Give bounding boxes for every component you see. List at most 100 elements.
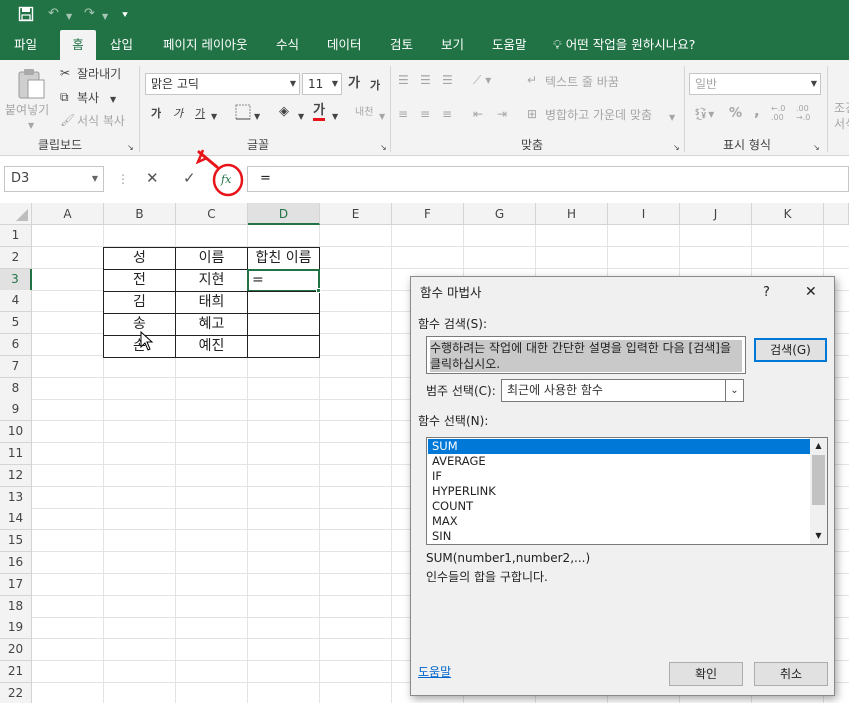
percent-button[interactable]: % [729,106,742,122]
comma-button[interactable]: , [754,103,760,119]
row-header-9[interactable]: 9 [0,399,32,422]
table-cell[interactable] [247,291,320,314]
copy-button[interactable]: 복사 [77,90,99,106]
scroll-down-icon[interactable]: ▼ [810,528,827,544]
row-header-3[interactable]: 3 [0,268,32,291]
save-icon[interactable] [18,6,34,27]
function-item-if[interactable]: IF [428,469,810,484]
copy-dropdown-icon[interactable]: ▼ [110,92,116,108]
font-size-combo[interactable]: 11 ▼ [302,73,342,95]
column-header-j[interactable]: J [680,203,752,225]
wrap-text-button[interactable]: 텍스트 줄 바꿈 [545,74,619,90]
undo-dropdown-icon[interactable]: ▼ [66,9,72,25]
column-header-d[interactable]: D [248,203,320,225]
table-header-cell[interactable]: 합친 이름 [247,247,320,270]
tab-insert[interactable]: 삽입 [110,30,133,60]
decrease-indent-icon[interactable]: ⇤ [473,106,483,122]
row-header-15[interactable]: 15 [0,530,32,553]
chevron-down-icon[interactable]: ▼ [92,167,98,191]
align-left-icon[interactable]: ≡ [398,106,408,122]
align-right-icon[interactable]: ≡ [442,106,452,122]
wrap-text-icon[interactable]: ↵ [527,72,537,88]
search-button[interactable]: 검색(G) [754,338,827,362]
font-color-button[interactable]: 가 [313,103,325,121]
tell-me-search[interactable]: 💡︎ 어떤 작업을 원하시나요? [553,30,695,60]
row-header-10[interactable]: 10 [0,421,32,444]
merge-center-button[interactable]: 병합하고 가운데 맞춤 [545,107,652,123]
column-header-k[interactable]: K [752,203,824,225]
table-header-cell[interactable]: 이름 [175,247,248,270]
increase-indent-icon[interactable]: ⇥ [497,106,507,122]
formula-input[interactable]: = [247,166,849,192]
align-bottom-icon[interactable]: ☰ [442,72,453,88]
decrease-decimal-icon[interactable]: .00 →.0 [796,104,810,122]
function-list-scrollbar[interactable]: ▲ ▼ [810,438,827,544]
align-middle-icon[interactable]: ☰ [420,72,431,88]
row-header-16[interactable]: 16 [0,552,32,574]
enter-formula-button[interactable]: ✓ [183,170,196,186]
table-cell[interactable]: 지현 [175,269,248,292]
tab-page-layout[interactable]: 페이지 레이아웃 [163,30,247,60]
cancel-formula-button[interactable]: ✕ [146,170,159,186]
help-link[interactable]: 도움말 [418,664,451,680]
fill-color-icon[interactable]: ◈ [279,104,289,120]
fill-color-dropdown-icon[interactable]: ▼ [298,109,304,125]
font-name-combo[interactable]: 맑은 고딕 ▼ [145,73,300,95]
clipboard-launcher-icon[interactable]: ↘ [127,140,134,156]
table-cell[interactable] [247,313,320,336]
function-item-average[interactable]: AVERAGE [428,454,810,469]
column-header-b[interactable]: B [104,203,176,225]
function-item-count[interactable]: COUNT [428,499,810,514]
italic-button[interactable]: 가 [173,106,183,122]
name-box[interactable]: D3 ▼ [4,166,104,192]
currency-icon[interactable]: 💱︎▾ [693,106,714,122]
table-cell[interactable] [247,335,320,358]
chevron-down-icon[interactable]: ⌄ [725,380,743,401]
bold-button[interactable]: 가 [151,106,161,122]
paste-icon[interactable] [16,68,46,99]
phonetic-dropdown-icon[interactable]: ▼ [379,109,385,125]
row-header-6[interactable]: 6 [0,334,32,356]
increase-decimal-icon[interactable]: ←.0.00 [771,104,785,122]
format-painter-icon[interactable]: 🖌︎ [60,112,75,128]
column-header-c[interactable]: C [176,203,248,225]
row-header-14[interactable]: 14 [0,508,32,531]
function-item-sum[interactable]: SUM [428,439,810,454]
merge-center-icon[interactable]: ⊞ [527,106,537,122]
font-color-dropdown-icon[interactable]: ▼ [332,109,338,125]
underline-dropdown-icon[interactable]: ▼ [211,109,217,125]
column-header-e[interactable]: E [320,203,392,225]
ok-button[interactable]: 확인 [669,662,743,686]
phonetic-button[interactable]: 내천 [355,105,373,121]
borders-icon[interactable] [235,104,251,124]
function-search-input[interactable]: 수행하려는 작업에 대한 간단한 설명을 입력한 다음 [검색]을 클릭하십시오… [426,336,746,374]
row-header-7[interactable]: 7 [0,355,32,378]
row-header-1[interactable]: 1 [0,225,32,247]
tab-view[interactable]: 보기 [441,30,464,60]
row-header-11[interactable]: 11 [0,443,32,465]
shrink-font-button[interactable]: 가 [370,78,380,94]
table-cell[interactable]: 예진 [175,335,248,358]
column-header-g[interactable]: G [464,203,536,225]
row-header-22[interactable]: 22 [0,682,32,703]
category-select[interactable]: 최근에 사용한 함수 ⌄ [501,379,744,402]
column-header-f[interactable]: F [392,203,464,225]
scroll-up-icon[interactable]: ▲ [810,438,827,454]
orientation-icon[interactable]: ⟋ ▾ [473,72,491,88]
row-header-21[interactable]: 21 [0,661,32,683]
table-header-cell[interactable]: 성 [103,247,176,270]
grow-font-button[interactable]: 가 [348,76,360,92]
table-cell[interactable]: 혜고 [175,313,248,336]
row-header-12[interactable]: 12 [0,464,32,487]
select-all-corner[interactable] [0,203,32,225]
alignment-launcher-icon[interactable]: ↘ [673,140,680,156]
number-launcher-icon[interactable]: ↘ [813,140,820,156]
column-header-h[interactable]: H [536,203,608,225]
cut-button[interactable]: 잘라내기 [77,66,121,82]
row-header-5[interactable]: 5 [0,312,32,335]
merge-dropdown-icon[interactable]: ▼ [669,110,675,126]
row-header-2[interactable]: 2 [0,246,32,269]
table-cell[interactable]: 태희 [175,291,248,314]
scrollbar-thumb[interactable] [812,455,825,505]
number-format-combo[interactable]: 일반 ▼ [689,73,821,95]
